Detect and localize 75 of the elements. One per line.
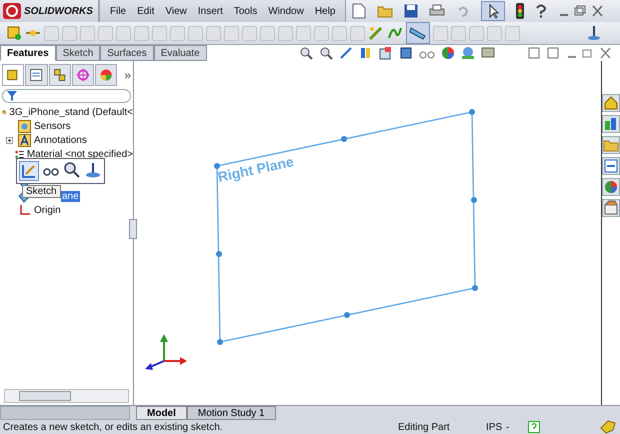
undo-icon[interactable]: [456, 4, 470, 18]
property-tab-icon[interactable]: [25, 64, 48, 86]
select-cursor-icon[interactable]: [481, 1, 505, 21]
model-tab[interactable]: Motion Study 1: [186, 406, 276, 420]
view-orientation-icon[interactable]: [378, 46, 393, 60]
menu-item[interactable]: Edit: [137, 6, 154, 16]
tree-item[interactable]: Annotations: [34, 134, 87, 146]
scene-icon[interactable]: [460, 46, 475, 60]
folder-icon[interactable]: [602, 136, 620, 154]
coordinate-triad-drawing: [145, 334, 187, 370]
command-tab[interactable]: Evaluate: [154, 45, 207, 61]
zoom-icon[interactable]: [63, 161, 81, 179]
menu-item[interactable]: Tools: [234, 6, 258, 16]
custom-properties-icon[interactable]: [602, 199, 620, 217]
panel-collapse-handle[interactable]: [129, 219, 137, 239]
horizontal-scrollbar[interactable]: [4, 389, 129, 403]
tooltip: Sketch: [22, 185, 61, 198]
menu-item[interactable]: Help: [314, 6, 336, 16]
printer-icon[interactable]: [429, 4, 445, 18]
command-tab[interactable]: Surfaces: [100, 45, 154, 61]
command-tab[interactable]: Sketch: [56, 45, 100, 61]
appearance-ball-icon[interactable]: [440, 46, 455, 60]
plane-label: Right Plane: [216, 153, 295, 185]
tree-item[interactable]: Sensors: [34, 120, 71, 132]
more-tabs-chevron[interactable]: »: [124, 68, 132, 82]
menu-item[interactable]: View: [165, 6, 187, 16]
plane-view-icon[interactable]: [406, 22, 430, 44]
tree-item[interactable]: Origin: [34, 204, 61, 216]
tree-item[interactable]: ane: [61, 190, 80, 202]
help-icon[interactable]: [535, 4, 547, 18]
menu-item[interactable]: Insert: [198, 6, 223, 16]
feature-tree-tab-icon[interactable]: [2, 64, 24, 86]
tree-item[interactable]: 3G_iPhone_stand (Default<: [9, 106, 133, 118]
save-icon[interactable]: [404, 4, 418, 18]
library-icon[interactable]: [602, 115, 620, 133]
window-controls-icon[interactable]: [566, 47, 612, 59]
curve-icon[interactable]: [387, 25, 403, 41]
model-tab[interactable]: Model: [136, 406, 187, 420]
origin-axes-icon: [18, 204, 31, 216]
tree-item[interactable]: Material <not specified>: [26, 148, 133, 160]
appearance-ball-icon[interactable]: [602, 178, 620, 196]
normal-to-icon[interactable]: [84, 161, 102, 179]
sensor-icon: [18, 120, 31, 132]
units-arrow[interactable]: -: [506, 422, 528, 432]
configuration-tab-icon[interactable]: [48, 64, 71, 86]
units-selector[interactable]: IPS: [486, 422, 506, 432]
window-controls-icon[interactable]: [558, 4, 604, 18]
plane-outline[interactable]: [214, 109, 478, 345]
logo-icon: [3, 3, 21, 19]
home-icon[interactable]: [602, 94, 620, 112]
traffic-light-icon[interactable]: [516, 3, 524, 19]
view-palette-icon[interactable]: [602, 157, 620, 175]
filter-field[interactable]: [2, 89, 131, 103]
status-message: Creates a new sketch, or edits an existing sketch.: [3, 422, 224, 432]
monitor-icon[interactable]: [480, 46, 495, 60]
new-document-icon[interactable]: [352, 3, 366, 19]
menu-item[interactable]: File: [110, 6, 126, 16]
annotation-icon: [18, 134, 31, 146]
zoom-area-icon[interactable]: [318, 46, 333, 60]
menu-item[interactable]: Window: [268, 6, 304, 16]
filter-funnel-icon: [7, 91, 17, 101]
axis-icon[interactable]: [586, 25, 602, 41]
app-brand: SOLIDWORKS: [24, 6, 93, 16]
expand-plus-icon[interactable]: [6, 136, 13, 144]
split-view-icon[interactable]: [528, 47, 560, 59]
crosshair-tab-icon[interactable]: [72, 64, 94, 86]
display-style-icon[interactable]: [398, 46, 413, 60]
command-tab[interactable]: Features: [0, 45, 56, 61]
extrude-icon[interactable]: [6, 25, 22, 41]
edit-sketch-icon[interactable]: [19, 161, 39, 181]
folder-icon[interactable]: [377, 4, 393, 18]
status-mode: Editing Part: [398, 422, 451, 432]
color-wheel-tab-icon[interactable]: [95, 64, 118, 86]
zoom-fit-icon[interactable]: [298, 46, 313, 60]
sketch-pencil-icon[interactable]: [368, 25, 384, 41]
